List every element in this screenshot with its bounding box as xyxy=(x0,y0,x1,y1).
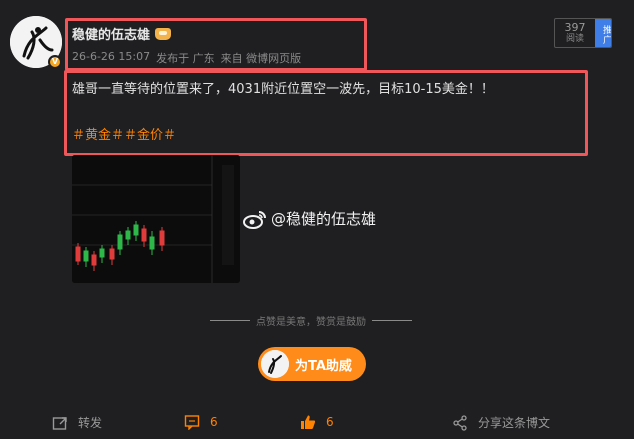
crown-icon xyxy=(155,27,172,40)
post-text: 雄哥一直等待的位置来了，4031附近位置空一波先，目标10-15美金！！ xyxy=(72,82,494,97)
thumbs-up-icon xyxy=(301,415,316,429)
share-icon xyxy=(453,414,467,431)
forward-label: 转发 xyxy=(78,416,103,430)
share-button[interactable]: 分享这条博文 xyxy=(452,414,550,431)
view-count-label: 阅读 xyxy=(565,34,584,44)
watermark-text: @稳健的伍志雄 xyxy=(271,210,377,228)
post-location: 发布于 广东 xyxy=(156,52,215,65)
author-name[interactable]: 稳健的伍志雄 xyxy=(72,24,150,43)
forward-icon xyxy=(52,416,67,430)
like-button[interactable]: 6 xyxy=(300,414,334,430)
divider xyxy=(210,319,250,321)
support-author-button[interactable]: 为TA助威 xyxy=(258,347,366,381)
like-count: 6 xyxy=(326,415,334,429)
support-button-label: 为TA助威 xyxy=(295,358,352,374)
comment-button[interactable]: 6 xyxy=(184,414,218,430)
view-count-box: 397 阅读 推广 xyxy=(554,18,612,48)
comment-count: 6 xyxy=(210,415,218,429)
post-action-bar: 转发 6 6 分享这条博文 xyxy=(0,406,634,439)
divider xyxy=(372,319,412,321)
post-source: 来自 微博网页版 xyxy=(220,52,302,65)
candlestick-thumbnail xyxy=(72,155,240,283)
post-hashtags[interactable]: ＃黄金＃＃金价＃ xyxy=(72,124,176,143)
share-label: 分享这条博文 xyxy=(478,416,551,430)
author-name-row: 稳健的伍志雄 xyxy=(72,24,172,43)
reward-slogan-row: 点赞是美意，赞赏是鼓励 xyxy=(196,313,426,328)
verified-badge-icon: V xyxy=(48,55,62,69)
promote-button[interactable]: 推广 xyxy=(595,19,611,47)
post-timestamp[interactable]: 26-6-26 15:07 xyxy=(72,50,150,66)
post-image-chart[interactable] xyxy=(72,155,240,283)
weibo-logo-icon xyxy=(243,210,266,229)
post-meta: 26-6-26 15:07 发布于 广东 来自 微博网页版 xyxy=(72,50,301,66)
comment-icon xyxy=(184,415,200,430)
image-watermark: @稳健的伍志雄 xyxy=(243,208,376,229)
reward-slogan: 点赞是美意，赞赏是鼓励 xyxy=(256,316,366,328)
support-avatar xyxy=(261,350,289,378)
forward-button[interactable]: 转发 xyxy=(52,414,102,431)
view-count: 397 xyxy=(564,21,586,34)
